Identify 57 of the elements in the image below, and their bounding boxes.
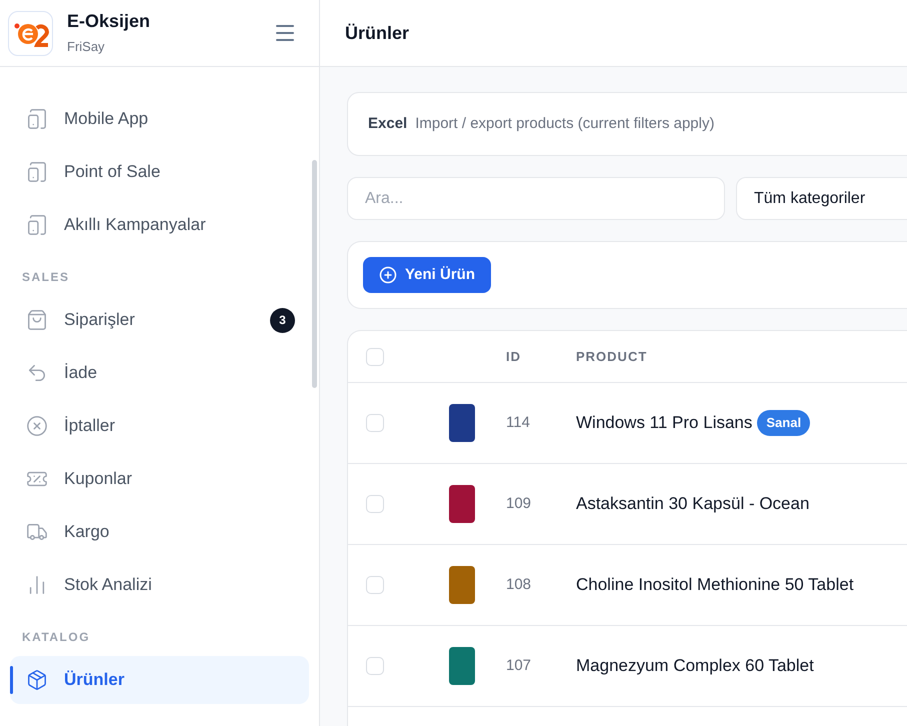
brand-subtitle: FriSay bbox=[67, 38, 106, 56]
sidebar-item[interactable]: Kargo bbox=[10, 508, 309, 556]
sidebar-item[interactable]: Siparişler 3 bbox=[10, 296, 309, 344]
sidebar-item[interactable]: Ürünler bbox=[10, 656, 309, 704]
product-name: Astaksantin 30 Kapsül - Ocean bbox=[576, 493, 810, 516]
active-indicator bbox=[10, 666, 13, 694]
table-cell-text: 109 bbox=[506, 494, 532, 514]
circle-x-icon bbox=[26, 415, 48, 437]
undo-icon bbox=[26, 362, 48, 384]
scrollbar[interactable] bbox=[312, 160, 317, 388]
devices-icon bbox=[26, 214, 48, 236]
tag: Sanal bbox=[757, 410, 810, 436]
table-row[interactable]: 114 Windows 11 Pro Lisans Sanal bbox=[348, 383, 907, 464]
checkbox[interactable] bbox=[366, 657, 384, 675]
checkbox[interactable] bbox=[366, 348, 384, 366]
section-heading: SALES bbox=[21, 269, 71, 286]
checkbox[interactable] bbox=[366, 414, 384, 432]
count-badge: 3 bbox=[270, 308, 295, 332]
devices-icon bbox=[26, 108, 48, 130]
checkbox[interactable] bbox=[366, 495, 384, 513]
product-image bbox=[449, 404, 475, 442]
sidebar-item[interactable]: Akıllı Kampanyalar bbox=[10, 201, 309, 249]
sidebar-item[interactable]: Kuponlar bbox=[10, 455, 309, 503]
search-field[interactable]: Ara... bbox=[347, 177, 725, 220]
devices-icon bbox=[26, 161, 48, 183]
truck-icon bbox=[26, 521, 48, 543]
table-row[interactable]: 109 Astaksantin 30 Kapsül - Ocean bbox=[348, 464, 907, 545]
logo-icon bbox=[8, 10, 53, 56]
table-row[interactable]: 107 Magnezyum Complex 60 Tablet bbox=[348, 626, 907, 707]
shopping-bag-icon bbox=[26, 309, 48, 331]
sidebar-item[interactable]: Stok Analizi bbox=[10, 561, 309, 609]
product-image bbox=[449, 485, 475, 523]
plus-icon bbox=[379, 266, 397, 284]
sidebar-item[interactable]: İptaller bbox=[10, 402, 309, 450]
table-row[interactable]: 108 Choline Inositol Methionine 50 Tablet bbox=[348, 545, 907, 626]
excel-description: Import / export products (current filters apply) bbox=[415, 114, 714, 134]
product-image bbox=[449, 647, 475, 685]
page-title: Ürünler bbox=[345, 22, 410, 44]
column-header: PRODUCT bbox=[576, 348, 648, 366]
category-select[interactable]: Tüm kategoriler bbox=[736, 177, 907, 220]
product-name: Magnezyum Complex 60 Tablet bbox=[576, 655, 814, 678]
section-heading: KATALOG bbox=[21, 629, 92, 646]
sidebar-item[interactable]: Point of Sale bbox=[10, 148, 309, 196]
package-icon bbox=[26, 669, 48, 691]
table-cell-text: 114 bbox=[506, 412, 531, 433]
product-name: Windows 11 Pro Lisans bbox=[576, 412, 752, 434]
new-product-button[interactable]: Yeni Ürün bbox=[363, 257, 492, 293]
table-cell-text: 107 bbox=[506, 656, 532, 676]
sidebar-item[interactable]: Mobile App bbox=[10, 95, 309, 143]
sidebar-item[interactable]: İade bbox=[10, 349, 309, 397]
checkbox[interactable] bbox=[366, 576, 384, 594]
column-header: ID bbox=[506, 348, 522, 366]
product-image bbox=[449, 566, 475, 604]
brand-name: E-Oksijen bbox=[67, 10, 152, 34]
excel-label: Excel bbox=[368, 114, 408, 134]
table-cell-text: 108 bbox=[506, 574, 532, 595]
product-name: Choline Inositol Methionine 50 Tablet bbox=[576, 574, 854, 596]
